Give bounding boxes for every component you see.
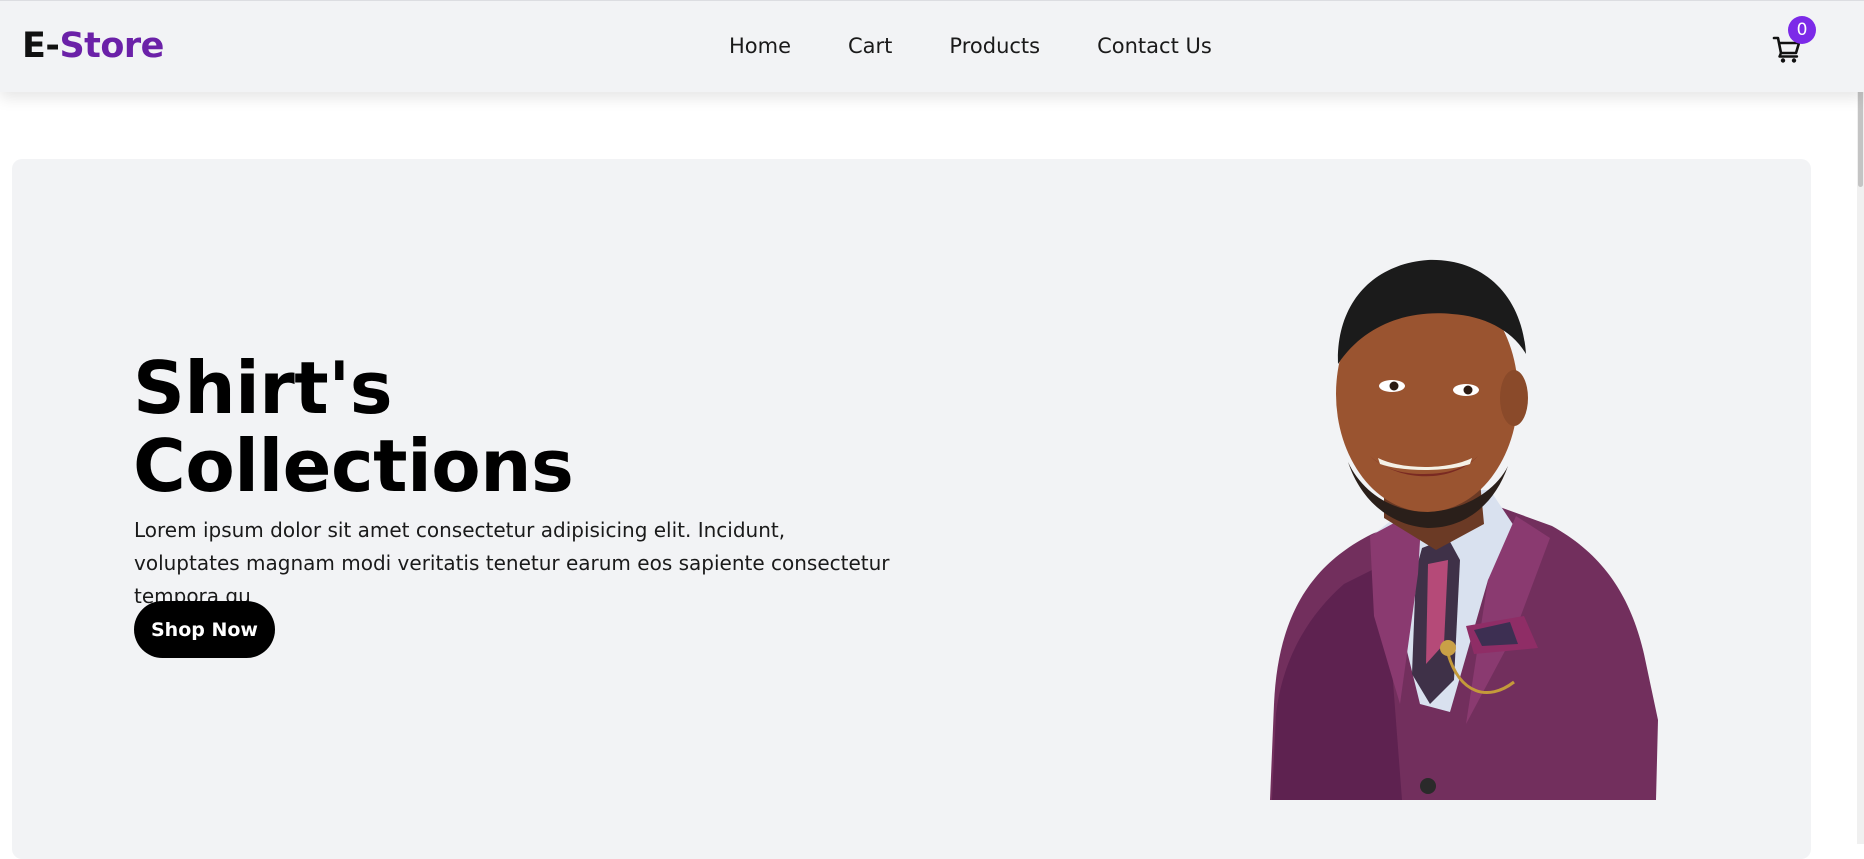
nav-link-products[interactable]: Products xyxy=(949,31,1040,61)
shop-now-button[interactable]: Shop Now xyxy=(134,601,275,658)
top-navbar: E-Store Home Cart Products Contact Us 0 xyxy=(0,0,1864,92)
brand-logo-accent: Store xyxy=(59,26,164,66)
cart-count-badge: 0 xyxy=(1788,16,1816,44)
nav-link-home[interactable]: Home xyxy=(729,31,791,61)
hero-title-line-2: Collections xyxy=(133,424,574,508)
nav-link-cart[interactable]: Cart xyxy=(848,31,892,61)
hero-model-image xyxy=(1252,234,1682,800)
brand-logo[interactable]: E-Store xyxy=(22,25,164,67)
page-scrollbar[interactable] xyxy=(1857,0,1864,844)
brand-logo-prefix: E- xyxy=(22,26,60,66)
cart-button[interactable]: 0 xyxy=(1772,16,1816,65)
main-navigation: Home Cart Products Contact Us xyxy=(729,31,1212,61)
hero-banner: Shirt's Collections Lorem ipsum dolor si… xyxy=(12,159,1811,859)
model-portrait-illustration xyxy=(1270,259,1658,800)
hero-description: Lorem ipsum dolor sit amet consectetur a… xyxy=(134,518,890,608)
hero-title: Shirt's Collections xyxy=(133,349,653,505)
hero-title-line-1: Shirt's xyxy=(133,346,393,430)
nav-link-contact-us[interactable]: Contact Us xyxy=(1097,31,1212,61)
